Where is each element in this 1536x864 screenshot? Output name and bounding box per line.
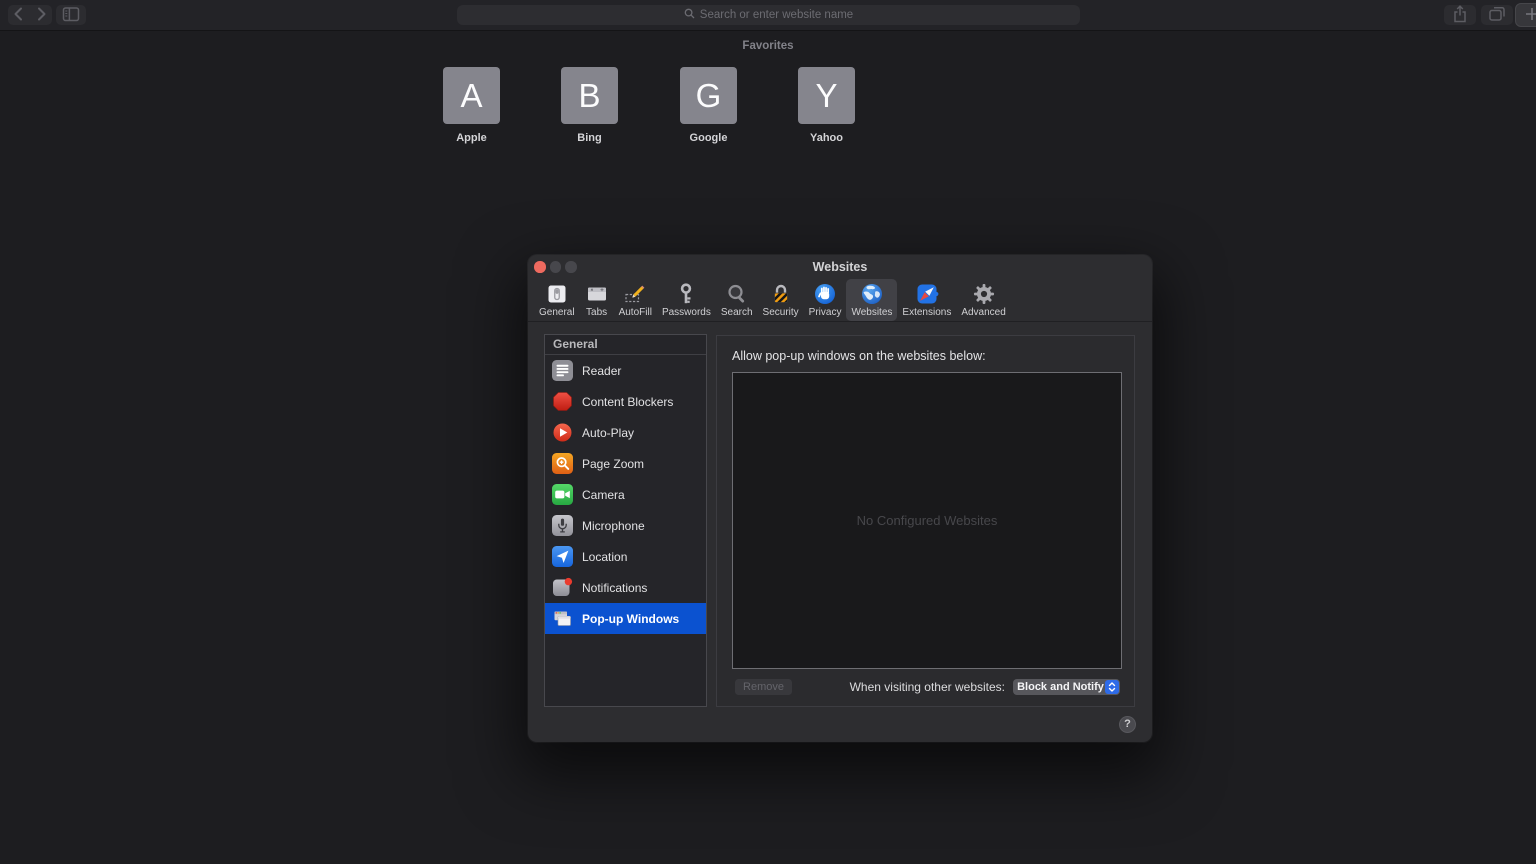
hand-icon	[813, 281, 837, 307]
popup-windows-icon	[552, 608, 573, 629]
back-button[interactable]	[8, 5, 30, 25]
tab-autofill[interactable]: AutoFill	[614, 279, 657, 321]
dropdown-value: Block and Notify	[1013, 681, 1120, 693]
location-arrow-icon	[552, 546, 573, 567]
tab-tabs[interactable]: Tabs	[580, 279, 614, 321]
notifications-badge-icon	[552, 577, 573, 598]
tab-overview-button[interactable]	[1481, 5, 1513, 25]
key-icon	[674, 281, 698, 307]
sidebar-item-location[interactable]: Location	[545, 541, 706, 572]
browser-toolbar: Search or enter website name	[0, 0, 1536, 31]
sidebar-item-camera[interactable]: Camera	[545, 479, 706, 510]
globe-icon	[860, 281, 884, 307]
favorites-heading: Favorites	[0, 40, 1536, 52]
magnifier-icon	[725, 281, 749, 307]
sidebar-item-notifications[interactable]: Notifications	[545, 572, 706, 603]
tabs-overview-icon	[1486, 3, 1508, 28]
play-circle-icon	[552, 422, 573, 443]
favorite-bing[interactable]: B Bing	[561, 67, 618, 144]
sidebar-item-reader[interactable]: Reader	[545, 355, 706, 386]
microphone-icon	[552, 515, 573, 536]
plus-icon	[1521, 3, 1536, 28]
window-title: Websites	[528, 255, 1152, 279]
when-visiting-group: When visiting other websites: Block and …	[850, 679, 1120, 695]
preferences-window: Websites General Tabs AutoFill Passwords	[528, 255, 1152, 742]
preferences-titlebar[interactable]: Websites	[528, 255, 1152, 278]
preferences-sidebar: General Reader Content Blockers Auto-Pla…	[544, 334, 707, 707]
sidebar-toggle-button[interactable]	[56, 5, 86, 25]
configured-websites-list[interactable]: No Configured Websites	[732, 372, 1122, 669]
extensions-icon	[915, 281, 939, 307]
favorite-google-label: Google	[680, 132, 737, 144]
share-icon	[1449, 3, 1471, 28]
new-tab-button[interactable]	[1515, 3, 1536, 27]
sidebar-section-header: General	[545, 335, 706, 355]
sidebar-item-pop-up-windows[interactable]: Pop-up Windows	[545, 603, 706, 634]
forward-button[interactable]	[30, 5, 52, 25]
favorite-google-tile: G	[680, 67, 737, 124]
stop-octagon-icon	[552, 391, 573, 412]
tab-privacy[interactable]: Privacy	[804, 279, 847, 321]
search-icon	[684, 8, 695, 22]
favorite-bing-tile: B	[561, 67, 618, 124]
favorite-yahoo[interactable]: Y Yahoo	[798, 67, 855, 144]
sidebar-item-content-blockers[interactable]: Content Blockers	[545, 386, 706, 417]
tab-websites[interactable]: Websites	[846, 279, 897, 321]
tab-passwords[interactable]: Passwords	[657, 279, 716, 321]
chevron-left-icon	[8, 3, 30, 28]
reader-icon	[552, 360, 573, 381]
favorite-apple[interactable]: A Apple	[443, 67, 500, 144]
sidebar-item-microphone[interactable]: Microphone	[545, 510, 706, 541]
favorite-apple-tile: A	[443, 67, 500, 124]
panel-heading: Allow pop-up windows on the websites bel…	[732, 349, 986, 363]
sidebar-icon	[60, 3, 82, 28]
popup-windows-panel: Allow pop-up windows on the websites bel…	[716, 335, 1135, 707]
lock-icon	[769, 281, 793, 307]
preferences-toolbar: General Tabs AutoFill Passwords Search S…	[528, 278, 1152, 322]
nav-button-group	[8, 5, 52, 25]
tabs-icon	[585, 281, 609, 307]
url-placeholder: Search or enter website name	[700, 9, 853, 21]
remove-button[interactable]: Remove	[735, 679, 792, 695]
safari-window: Search or enter website name Favorites A…	[0, 0, 1536, 864]
tab-advanced[interactable]: Advanced	[956, 279, 1010, 321]
autofill-icon	[623, 281, 647, 307]
share-button[interactable]	[1444, 5, 1476, 25]
general-icon	[545, 281, 569, 307]
chevron-right-icon	[30, 3, 52, 28]
favorite-apple-label: Apple	[443, 132, 500, 144]
zoom-magnifier-icon	[552, 453, 573, 474]
favorite-yahoo-tile: Y	[798, 67, 855, 124]
tab-general[interactable]: General	[534, 279, 580, 321]
help-button[interactable]: ?	[1119, 716, 1136, 733]
when-visiting-label: When visiting other websites:	[850, 680, 1005, 694]
sidebar-item-auto-play[interactable]: Auto-Play	[545, 417, 706, 448]
tab-security[interactable]: Security	[758, 279, 804, 321]
tab-extensions[interactable]: Extensions	[897, 279, 956, 321]
favorite-bing-label: Bing	[561, 132, 618, 144]
empty-state-text: No Configured Websites	[857, 513, 998, 528]
tab-search[interactable]: Search	[716, 279, 758, 321]
camera-icon	[552, 484, 573, 505]
dropdown-stepper-icon	[1105, 680, 1119, 694]
favorite-yahoo-label: Yahoo	[798, 132, 855, 144]
url-search-field[interactable]: Search or enter website name	[457, 5, 1080, 25]
sidebar-item-page-zoom[interactable]: Page Zoom	[545, 448, 706, 479]
gear-icon	[972, 281, 996, 307]
block-policy-dropdown[interactable]: Block and Notify	[1013, 679, 1120, 695]
favorite-google[interactable]: G Google	[680, 67, 737, 144]
